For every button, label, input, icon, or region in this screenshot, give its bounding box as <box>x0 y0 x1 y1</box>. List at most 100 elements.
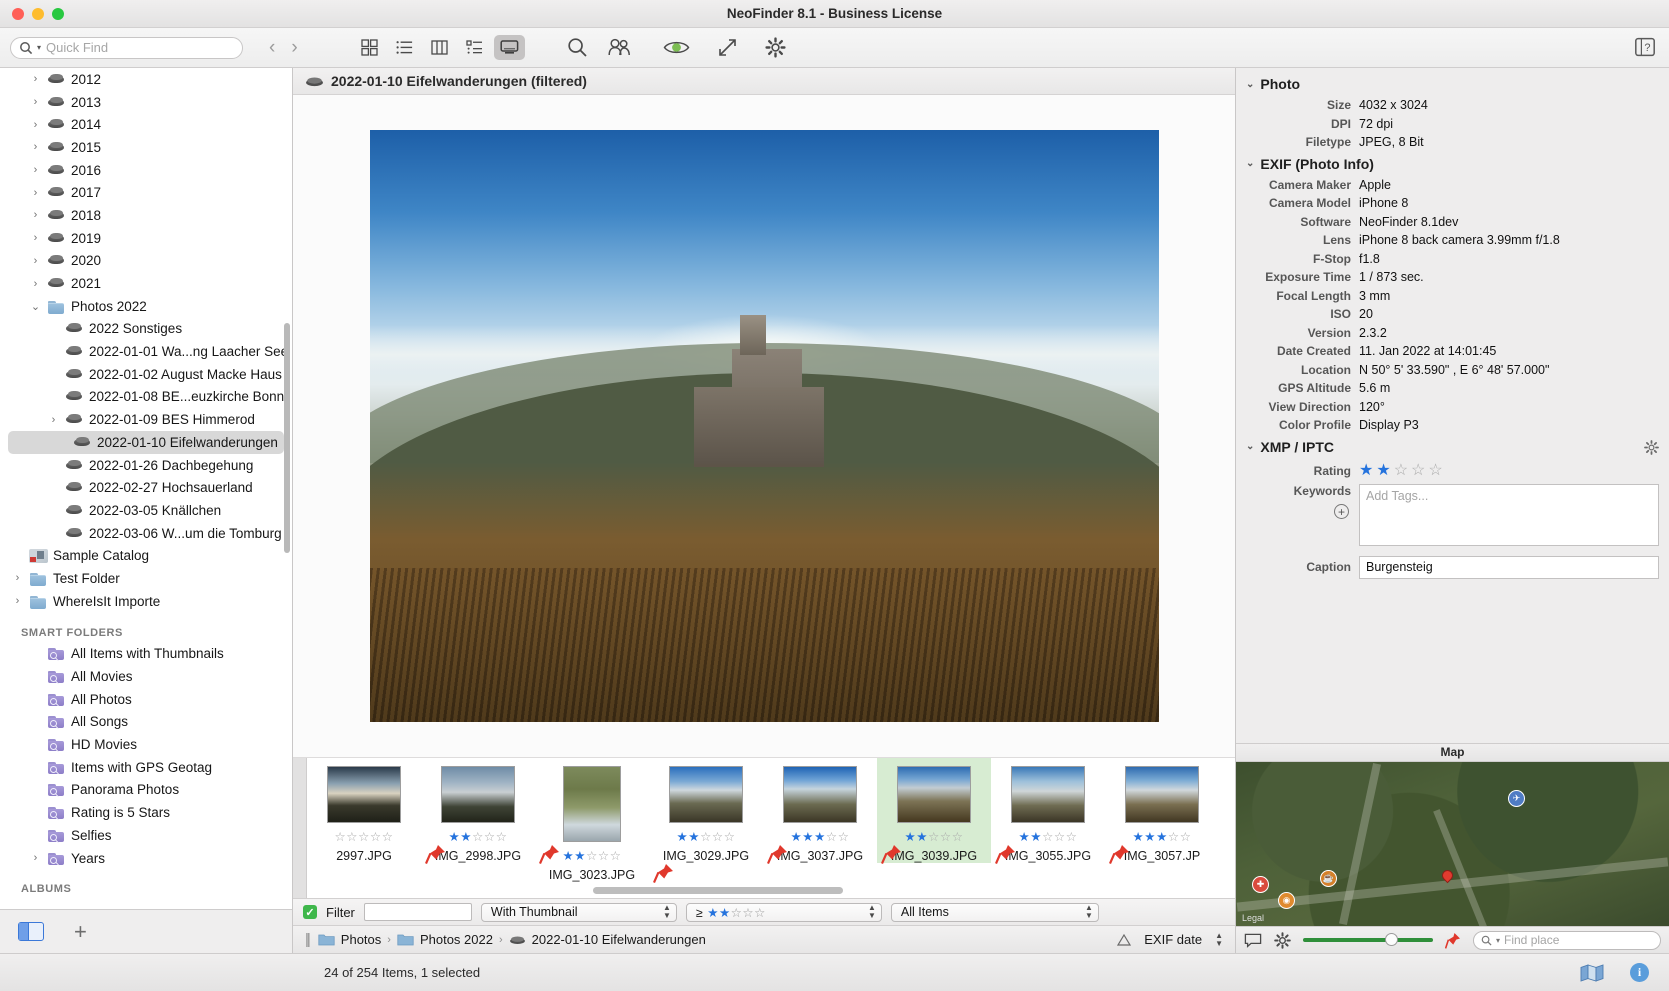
breadcrumb-item-current[interactable]: 2022-01-10 Eifelwanderungen <box>532 932 706 947</box>
map-poi-1[interactable]: ✚ <box>1252 876 1269 893</box>
info-icon[interactable]: i <box>1630 963 1649 982</box>
thumbnail-image[interactable] <box>1125 766 1199 823</box>
detail-view-button[interactable] <box>459 35 490 60</box>
keywords-input[interactable]: Add Tags... <box>1359 484 1659 546</box>
list-view-button[interactable] <box>389 35 420 60</box>
map-zoom-slider[interactable] <box>1303 938 1433 942</box>
sidebar-item[interactable]: All Items with Thumbnails <box>0 643 292 666</box>
sidebar-item[interactable]: All Movies <box>0 665 292 688</box>
thumbnail-rating[interactable]: ★★★☆☆ <box>790 831 849 844</box>
window-controls[interactable] <box>0 8 64 20</box>
sidebar-item[interactable]: ›Years <box>0 847 292 870</box>
thumbnail-rating[interactable]: ☆☆☆☆☆ <box>334 831 393 844</box>
breadcrumb-item-photos[interactable]: Photos <box>341 932 381 947</box>
sidebar-item[interactable]: 2022-03-05 Knällchen <box>0 499 292 522</box>
filmstrip-item[interactable]: ★★☆☆☆IMG_3029.JPG <box>649 758 763 863</box>
preview-eye-icon[interactable] <box>663 39 690 56</box>
sidebar-item[interactable]: ›2016 <box>0 159 292 182</box>
help-button[interactable]: ? <box>1635 37 1655 57</box>
close-button[interactable] <box>12 8 24 20</box>
chevron-right-icon[interactable]: › <box>11 572 24 584</box>
chevron-right-icon[interactable]: › <box>29 119 42 131</box>
add-keyword-button[interactable]: + <box>1334 504 1349 519</box>
sidebar-item[interactable]: ›2022-01-09 BES Himmerod <box>0 408 292 431</box>
thumbnail-filter-select[interactable]: With Thumbnail ▲▼ <box>481 903 677 922</box>
map-poi-5[interactable]: ✈ <box>1508 790 1525 807</box>
sidebar-item[interactable]: All Songs <box>0 711 292 734</box>
sidebar-item[interactable]: 2022-03-06 W...um die Tomburg <box>0 522 292 545</box>
sidebar-item[interactable]: ›2012 <box>0 68 292 91</box>
map-poi-2[interactable]: ◉ <box>1278 892 1295 909</box>
sidebar-item[interactable]: ›Test Folder <box>0 567 292 590</box>
chevron-right-icon[interactable]: › <box>29 209 42 221</box>
chevron-right-icon[interactable]: › <box>29 232 42 244</box>
sidebar-item[interactable]: ›2014 <box>0 113 292 136</box>
filmstrip-horizontal-scrollbar[interactable] <box>593 887 843 894</box>
thumbnail-image[interactable] <box>327 766 401 823</box>
photo-preview-area[interactable] <box>293 95 1235 758</box>
sidebar-item[interactable]: 2022-02-27 Hochsauerland <box>0 476 292 499</box>
sidebar-item[interactable]: Panorama Photos <box>0 779 292 802</box>
filmstrip-grip[interactable] <box>293 758 307 898</box>
sidebar-item[interactable]: Sample Catalog <box>0 544 292 567</box>
chevron-down-icon[interactable]: ⌄ <box>29 300 42 313</box>
thumbnail-image[interactable] <box>441 766 515 823</box>
chevron-right-icon[interactable]: › <box>29 255 42 267</box>
chevron-right-icon[interactable]: › <box>29 278 42 290</box>
chevron-right-icon[interactable]: › <box>11 595 24 607</box>
sidebar-item[interactable]: Rating is 5 Stars <box>0 801 292 824</box>
sidebar-item[interactable]: 2022 Sonstiges <box>0 318 292 341</box>
maximize-button[interactable] <box>52 8 64 20</box>
chevron-down-icon[interactable]: ⌄ <box>1246 158 1254 169</box>
sidebar-scroll-area[interactable]: ›2012›2013›2014›2015›2016›2017›2018›2019… <box>0 68 292 909</box>
sidebar-item[interactable]: All Photos <box>0 688 292 711</box>
sidebar-item[interactable]: 2022-01-08 BE...euzkirche Bonn <box>0 386 292 409</box>
thumbnail-rating[interactable]: ★★☆☆☆ <box>562 850 621 863</box>
rating-stars[interactable]: ★★☆☆☆ <box>1359 462 1446 480</box>
map-poi-3[interactable]: ☕ <box>1320 870 1337 887</box>
chevron-right-icon[interactable]: › <box>29 73 42 85</box>
filter-checkbox[interactable]: ✓ <box>303 905 317 919</box>
thumbnail-rating[interactable]: ★★☆☆☆ <box>904 831 963 844</box>
sidebar-item[interactable]: ›2013 <box>0 91 292 114</box>
quick-find-input[interactable] <box>46 40 234 55</box>
sidebar-scrollbar[interactable] <box>284 323 290 553</box>
sidebar-item[interactable]: ›2018 <box>0 204 292 227</box>
thumbnail-rating[interactable]: ★★★☆☆ <box>1132 831 1191 844</box>
icon-view-button[interactable] <box>354 35 385 60</box>
minimize-button[interactable] <box>32 8 44 20</box>
sidebar-item[interactable]: ›WhereIsIt Importe <box>0 590 292 613</box>
xmp-settings-gear-icon[interactable] <box>1644 440 1659 455</box>
expand-icon[interactable] <box>718 38 737 57</box>
quick-find-chevron-icon[interactable]: ▾ <box>37 43 41 52</box>
gallery-view-button[interactable] <box>494 35 525 60</box>
exif-section-header[interactable]: ⌄EXIF (Photo Info) <box>1236 152 1669 176</box>
metadata-scroll-area[interactable]: ⌄PhotoSize4032 x 3024DPI72 dpiFiletypeJP… <box>1236 68 1669 743</box>
photo-section-header[interactable]: ⌄Photo <box>1236 72 1669 96</box>
filter-text-input[interactable] <box>364 903 472 921</box>
chevron-updown-icon[interactable]: ▲▼ <box>1215 932 1223 948</box>
sort-direction-icon[interactable] <box>1117 934 1131 946</box>
thumbnail-image[interactable] <box>897 766 971 823</box>
thumbnail-image[interactable] <box>563 766 621 842</box>
thumbnail-image[interactable] <box>669 766 743 823</box>
sidebar-item[interactable]: Items with GPS Geotag <box>0 756 292 779</box>
chevron-right-icon[interactable]: › <box>47 414 60 426</box>
chevron-right-icon[interactable]: › <box>29 96 42 108</box>
sort-field-label[interactable]: EXIF date <box>1144 932 1202 947</box>
sidebar-item[interactable]: Selfies <box>0 824 292 847</box>
sidebar-item[interactable]: HD Movies <box>0 733 292 756</box>
map-icon[interactable] <box>1580 964 1604 982</box>
map-legal-link[interactable]: Legal <box>1242 913 1264 923</box>
toggle-sidebar-button[interactable] <box>18 922 44 941</box>
sidebar-item[interactable]: ›2021 <box>0 272 292 295</box>
filmstrip[interactable]: ☆☆☆☆☆2997.JPG★★☆☆☆IMG_2998.JPG★★☆☆☆IMG_3… <box>307 758 1235 898</box>
map-settings-gear-icon[interactable] <box>1274 932 1291 949</box>
chevron-right-icon[interactable]: › <box>29 141 42 153</box>
preview-photo[interactable] <box>370 130 1159 722</box>
column-view-button[interactable] <box>424 35 455 60</box>
xmp-section-header[interactable]: ⌄XMP / IPTC <box>1236 435 1669 459</box>
items-filter-select[interactable]: All Items ▲▼ <box>891 903 1099 922</box>
filmstrip-item[interactable]: ☆☆☆☆☆2997.JPG <box>307 758 421 863</box>
thumbnail-rating[interactable]: ★★☆☆☆ <box>676 831 735 844</box>
